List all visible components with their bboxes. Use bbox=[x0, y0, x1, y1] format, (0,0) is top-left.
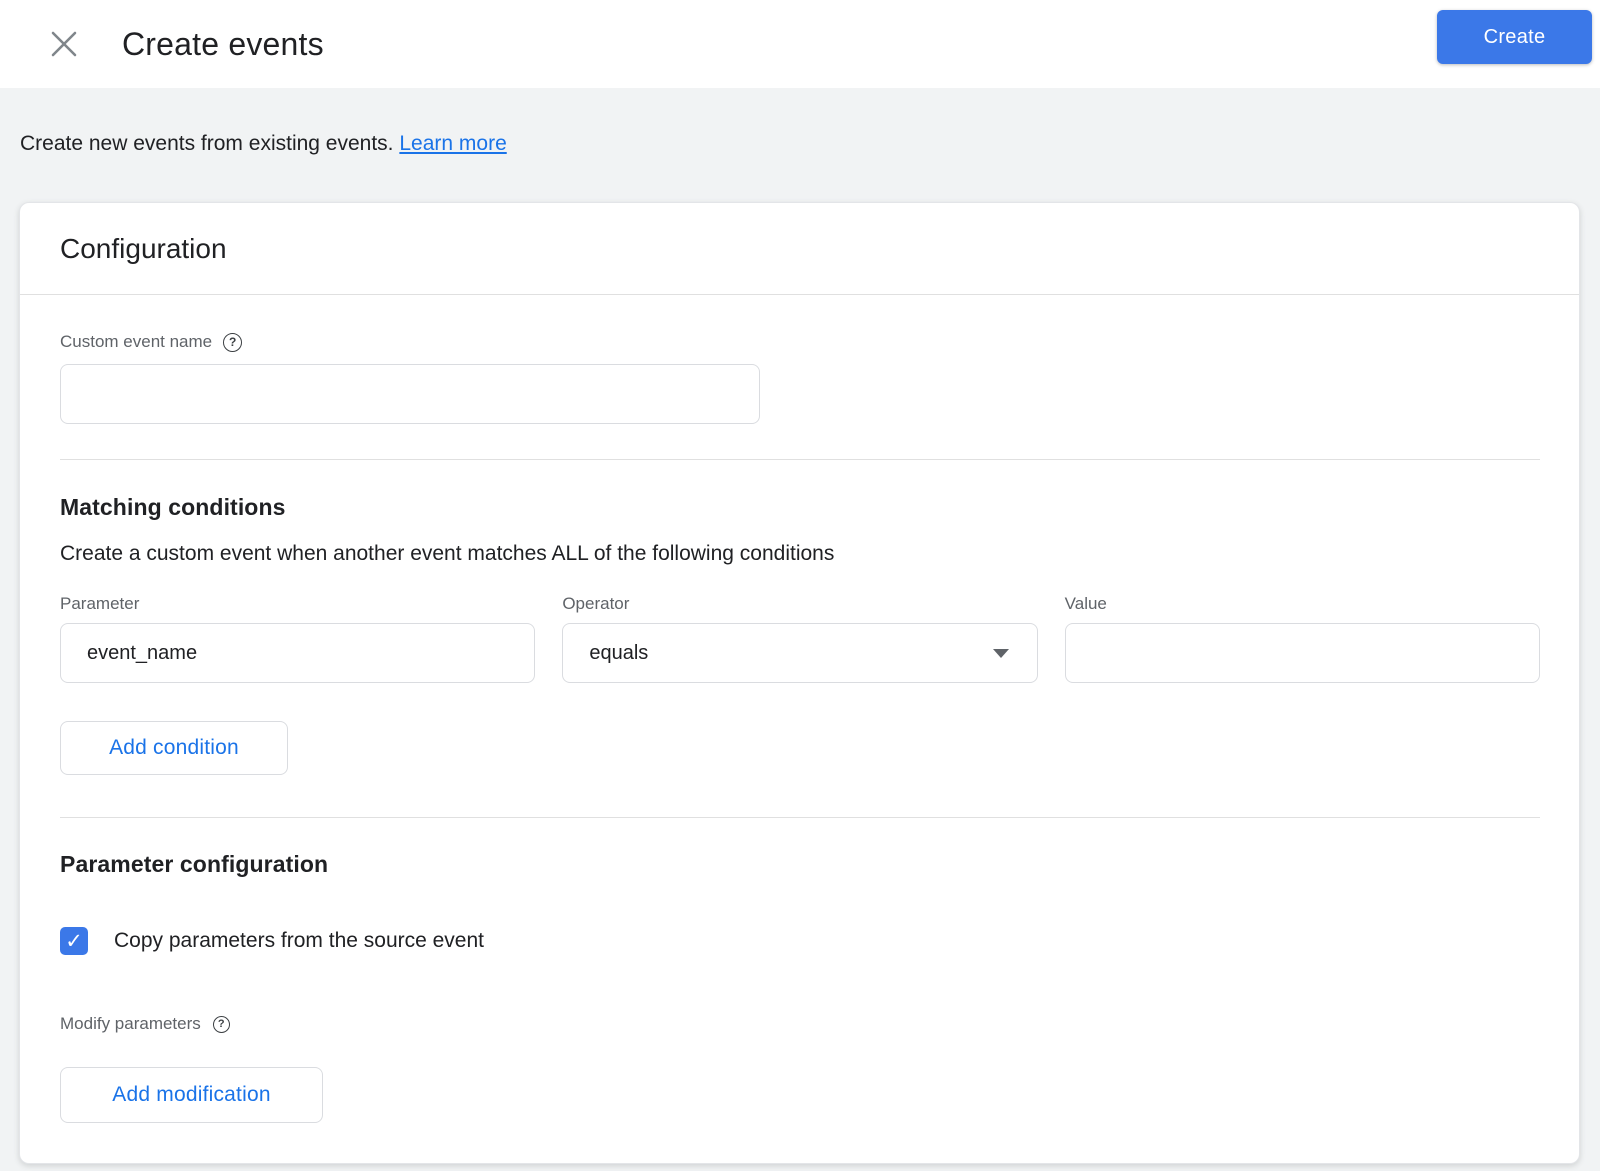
add-modification-button[interactable]: Add modification bbox=[60, 1067, 323, 1123]
matching-conditions-title: Matching conditions bbox=[60, 494, 286, 520]
value-label: Value bbox=[1064, 594, 1107, 613]
modify-parameters-label-row: Modify parameters ? bbox=[60, 1014, 1540, 1034]
card-header: Configuration bbox=[20, 203, 1579, 295]
copy-parameters-row: ✓ Copy parameters from the source event bbox=[60, 927, 1540, 955]
parameter-input[interactable] bbox=[60, 623, 536, 683]
value-column: Value bbox=[1064, 594, 1540, 683]
section-divider bbox=[60, 817, 1540, 818]
configuration-card: Configuration Custom event name ? Matchi… bbox=[19, 202, 1580, 1164]
page-title: Create events bbox=[122, 25, 324, 62]
create-events-panel: Create events Create Create new events f… bbox=[0, 0, 1600, 1171]
operator-label: Operator bbox=[562, 594, 630, 613]
operator-column: Operator equals bbox=[562, 594, 1038, 683]
condition-row: Parameter Operator equals Value bbox=[60, 594, 1540, 683]
operator-selected-value: equals bbox=[589, 641, 649, 664]
help-icon[interactable]: ? bbox=[212, 1015, 230, 1033]
custom-event-name-label-row: Custom event name ? bbox=[60, 332, 1540, 352]
intro-text-static: Create new events from existing events. bbox=[20, 132, 394, 155]
copy-parameters-label: Copy parameters from the source event bbox=[114, 929, 485, 952]
value-input[interactable] bbox=[1064, 623, 1540, 683]
custom-event-name-label: Custom event name bbox=[60, 332, 213, 351]
close-button[interactable] bbox=[42, 22, 86, 66]
card-title: Configuration bbox=[60, 232, 227, 264]
intro-text: Create new events from existing events. … bbox=[20, 132, 1600, 156]
add-condition-button[interactable]: Add condition bbox=[60, 721, 288, 775]
close-icon bbox=[51, 31, 77, 57]
header-bar: Create events Create bbox=[0, 0, 1600, 88]
operator-select[interactable]: equals bbox=[562, 623, 1038, 683]
create-button[interactable]: Create bbox=[1437, 10, 1592, 64]
custom-event-name-section: Custom event name ? bbox=[60, 332, 1540, 424]
modify-parameters-label: Modify parameters bbox=[60, 1014, 201, 1033]
help-icon[interactable]: ? bbox=[223, 332, 243, 352]
custom-event-name-input[interactable] bbox=[60, 364, 760, 424]
checkmark-icon: ✓ bbox=[65, 929, 83, 953]
learn-more-link[interactable]: Learn more bbox=[399, 132, 506, 155]
parameter-label: Parameter bbox=[60, 594, 140, 613]
matching-conditions-description: Create a custom event when another event… bbox=[60, 542, 835, 565]
parameter-configuration-title: Parameter configuration bbox=[60, 851, 329, 877]
chevron-down-icon bbox=[992, 649, 1009, 658]
copy-parameters-checkbox[interactable]: ✓ bbox=[60, 927, 88, 955]
card-body: Custom event name ? Matching conditions … bbox=[20, 332, 1579, 1123]
section-divider bbox=[60, 459, 1540, 460]
parameter-column: Parameter bbox=[60, 594, 536, 683]
